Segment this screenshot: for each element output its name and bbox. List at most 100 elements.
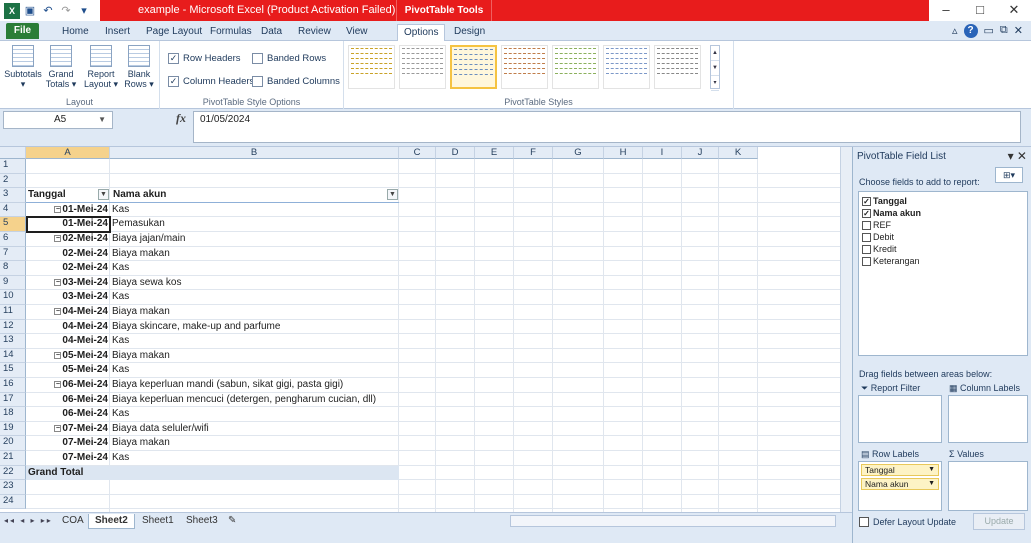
close-button[interactable]: ✕ [997,0,1031,21]
row-header[interactable]: 20 [0,436,26,451]
pivot-style-swatch[interactable] [450,45,497,89]
pivot-date-cell[interactable]: 02-Mei-24 [26,261,110,275]
banded-rows-checkbox[interactable]: Banded Rows [252,53,326,64]
column-header[interactable]: H [604,147,643,159]
subtotals-button[interactable]: Subtotals ▾ [4,45,42,89]
column-header[interactable]: C [399,147,436,159]
column-header[interactable]: I [643,147,682,159]
column-headers-checkbox[interactable]: ✓ Column Headers [168,76,254,87]
defer-layout-update-checkbox[interactable]: Defer Layout Update [859,517,956,527]
excel-logo-icon[interactable]: X [4,2,20,19]
style-gallery-scroll[interactable]: ▲ ▼ ▾ [710,45,720,91]
column-header[interactable]: G [553,147,604,159]
row-header[interactable]: 5 [0,217,26,232]
pivot-date-cell[interactable]: −01-Mei-24 [26,203,110,217]
column-header[interactable]: F [514,147,553,159]
field-item[interactable]: Debit [862,231,1024,243]
sheet-tab-sheet2[interactable]: Sheet2 [88,514,135,529]
row-header[interactable]: 9 [0,275,26,291]
row-header[interactable]: 17 [0,392,26,408]
pivot-style-swatch[interactable] [603,45,650,89]
tab-data[interactable]: Data [255,24,288,41]
tab-insert[interactable]: Insert [99,24,136,41]
column-header[interactable]: A [26,147,110,159]
pivot-date-cell[interactable]: 03-Mei-24 [26,290,110,304]
pivot-style-swatch[interactable] [654,45,701,89]
pivot-account-cell[interactable]: Biaya data seluler/wifi [111,422,399,436]
collapse-icon[interactable]: − [54,351,62,359]
update-button[interactable]: Update [973,513,1025,530]
sheet-tab-coa[interactable]: COA [56,514,90,529]
row-header[interactable]: 4 [0,202,26,218]
collapse-icon[interactable]: − [54,205,62,213]
pivot-style-swatch[interactable] [501,45,548,89]
field-item[interactable]: Keterangan [862,255,1024,267]
workbook-close-icon[interactable]: ✕ [1014,24,1023,38]
pivot-date-cell[interactable]: −02-Mei-24 [26,232,110,246]
filter-dropdown-icon[interactable]: ▼ [98,189,109,201]
vertical-scrollbar[interactable] [840,147,852,512]
pivot-account-cell[interactable]: Biaya skincare, make-up and parfume [111,320,399,334]
customize-qat-icon[interactable]: ▾ [76,3,92,19]
workbook-minimize-icon[interactable]: ▭ [984,24,994,38]
banded-columns-checkbox[interactable]: Banded Columns [252,76,340,87]
field-item[interactable]: Kredit [862,243,1024,255]
restore-button[interactable]: □ [963,0,997,21]
row-header[interactable]: 10 [0,290,26,305]
pivot-account-cell[interactable]: Kas [111,203,399,217]
column-header[interactable]: J [682,147,719,159]
row-header[interactable]: 2 [0,173,26,189]
row-header[interactable]: 12 [0,319,26,335]
row-header[interactable]: 8 [0,261,26,276]
pivot-account-cell[interactable]: Kas [111,451,399,465]
name-box[interactable]: A5 ▼ [3,111,113,129]
pivot-date-cell[interactable]: 07-Mei-24 [26,436,110,450]
pivot-account-cell[interactable]: Pemasukan [111,217,399,231]
pivot-account-cell[interactable]: Kas [111,290,399,304]
collapse-icon[interactable]: − [54,308,62,315]
row-header[interactable]: 21 [0,451,26,466]
row-header[interactable]: 19 [0,421,26,437]
insert-sheet-icon[interactable]: ✎ [222,514,242,529]
sheet-tab-sheet1[interactable]: Sheet1 [136,514,180,529]
row-chip-nama-akun[interactable]: Nama akun ▼ [861,478,939,490]
row-header[interactable]: 24 [0,494,26,510]
column-labels-area[interactable] [948,395,1028,443]
pivot-account-cell[interactable]: Biaya keperluan mandi (sabun, sikat gigi… [111,378,399,392]
tab-formulas[interactable]: Formulas [204,24,258,41]
formula-input[interactable]: 01/05/2024 [193,111,1021,143]
row-header[interactable]: 11 [0,305,26,320]
tab-file[interactable]: File [6,23,39,39]
select-all-corner[interactable] [0,147,26,159]
filter-dropdown-icon[interactable]: ▼ [387,189,398,201]
collapse-icon[interactable]: − [54,381,62,388]
pivot-account-cell[interactable]: Biaya makan [111,247,399,261]
pivot-date-cell[interactable]: −06-Mei-24 [26,378,110,392]
pivot-account-cell[interactable]: Kas [111,261,399,275]
pivot-date-cell[interactable]: 05-Mei-24 [26,363,110,377]
pivot-style-swatch[interactable] [399,45,446,89]
field-item[interactable]: ✓ Tanggal [862,195,1024,207]
report-layout-button[interactable]: Report Layout ▾ [82,45,120,89]
name-box-dropdown-icon[interactable]: ▼ [98,112,106,128]
save-icon[interactable]: ▣ [22,3,38,19]
tab-review[interactable]: Review [292,24,337,41]
pivot-date-cell[interactable]: −07-Mei-24 [26,422,110,436]
pivot-date-cell[interactable]: −03-Mei-24 [26,276,110,290]
grand-totals-button[interactable]: Grand Totals ▾ [42,45,80,89]
grand-total-label[interactable]: Grand Total [26,466,110,480]
pivot-date-cell[interactable]: 04-Mei-24 [26,334,110,348]
collapse-icon[interactable]: − [54,424,62,432]
undo-icon[interactable]: ↶ [40,3,56,19]
field-item[interactable]: REF [862,219,1024,231]
collapse-icon[interactable]: − [54,235,62,242]
pivot-date-cell[interactable]: −04-Mei-24 [26,305,110,319]
pivot-style-swatch[interactable] [348,45,395,89]
sheet-tab-sheet3[interactable]: Sheet3 [180,514,224,529]
pivot-account-cell[interactable]: Biaya keperluan mencuci (detergen, pengh… [111,393,399,407]
collapse-icon[interactable]: − [54,278,62,286]
row-headers-checkbox[interactable]: ✓ Row Headers [168,53,241,64]
pivot-account-cell[interactable]: Kas [111,334,399,348]
row-header[interactable]: 1 [0,159,26,174]
minimize-ribbon-icon[interactable]: ▵ [952,24,958,38]
